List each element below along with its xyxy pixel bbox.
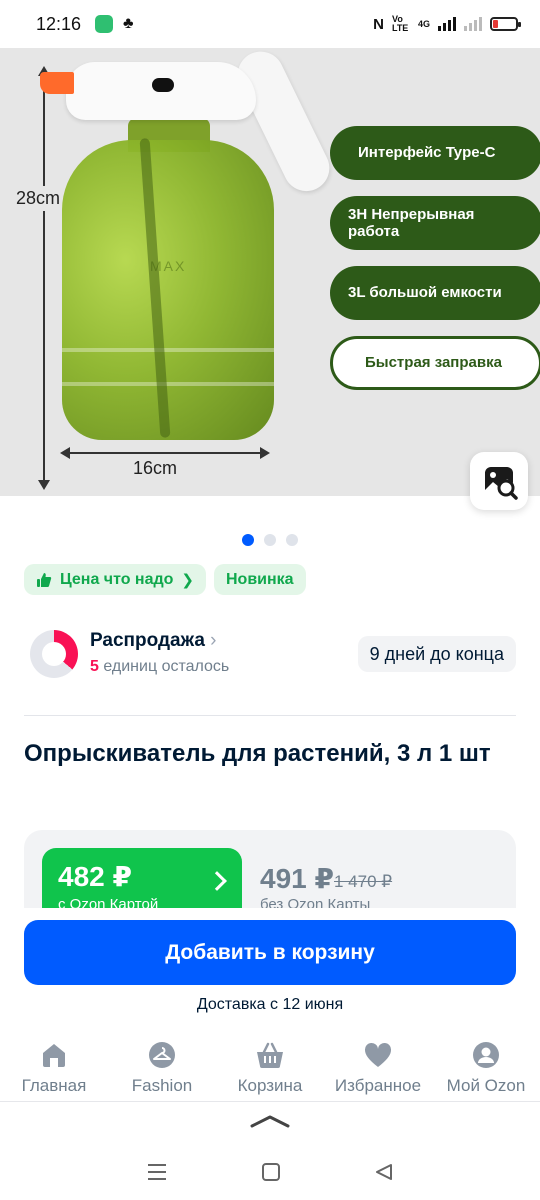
sale-title-text: Распродажа [90,630,205,651]
signal-2-icon [464,17,482,31]
system-navigation-bar [0,1143,540,1200]
feature-pill-type-c: Интерфейс Type-C [330,126,540,180]
status-indicators: N Vo LTE 4G [373,14,521,33]
sale-units-count: 5 [90,658,99,675]
sprayer-nozzle [40,72,74,94]
heart-icon [363,1040,393,1070]
product-badges: Цена что надо ❯ Новинка [24,564,306,595]
nav-item-favorites[interactable]: Избранное [324,1036,432,1101]
height-dimension-label: 28cm [16,186,61,211]
app-notification-icon [95,15,114,33]
chevron-up-icon [250,1115,290,1128]
nav-label-favorites: Избранное [334,1076,422,1095]
sale-units-text: единиц осталось [103,658,230,675]
sheet-handle-area[interactable] [0,1103,540,1143]
club-icon: ♣ [123,15,134,32]
recents-menu-icon[interactable] [146,1162,168,1182]
chevron-right-icon [207,871,227,891]
bottle-rib [62,382,274,386]
profile-icon [471,1040,501,1070]
feature-pill-capacity: 3L большой емкости [330,266,540,320]
divider [24,715,516,716]
sprayer-indicator [152,78,174,92]
product-title: Опрыскиватель для растений, 3 л 1 шт [24,740,491,767]
sale-block[interactable]: Распродажа › 5 единиц осталось 9 дней до… [24,628,516,684]
bottle-rib [62,348,274,352]
bottle-embossed-text: MAX [150,258,187,274]
nav-item-cart[interactable]: Корзина [216,1036,324,1101]
cart-panel: Добавить в корзину Доставка с 12 июня [0,908,540,1036]
status-time: 12:16 [36,13,82,34]
nav-item-home[interactable]: Главная [0,1036,108,1101]
sale-days-left: 9 дней до конца [357,636,516,672]
pagination-dot-active[interactable] [242,534,254,546]
pagination-dot[interactable] [286,534,298,546]
nav-label-cart: Корзина [237,1076,303,1095]
visual-search-button[interactable] [470,452,528,510]
nav-label-fashion: Fashion [131,1076,193,1095]
image-search-icon [485,467,518,500]
nav-label-home: Главная [21,1076,87,1095]
home-square-icon[interactable] [261,1162,281,1182]
sale-title[interactable]: Распродажа › [90,630,217,652]
good-price-badge[interactable]: Цена что надо ❯ [24,564,206,595]
battery-icon [490,17,521,31]
old-price: 1 470 ₽ [334,872,393,891]
chevron-right-icon: › [210,630,217,651]
new-badge: Новинка [214,564,306,595]
gallery-pagination [0,534,540,546]
status-bar: 12:16 ♣ N Vo LTE 4G [0,0,540,48]
product-image-gallery[interactable]: 28cm MAX 16cm Интерфейс Type-C 3H Непрер… [0,48,540,496]
basket-icon [255,1040,285,1070]
good-price-label: Цена что надо [60,570,174,588]
nav-item-fashion[interactable]: Fashion [108,1036,216,1101]
back-triangle-icon[interactable] [374,1162,394,1182]
bottle-body [62,140,274,440]
thumbs-up-icon [37,572,52,587]
chevron-right-icon: ❯ [181,571,194,589]
volte-label: Vo LTE [391,14,409,33]
new-badge-label: Новинка [226,570,294,588]
ozon-card-price: 482 ₽ [58,861,132,892]
height-dimension-line [38,66,50,490]
width-dimension-label: 16cm [133,458,178,478]
feature-pill-continuous-work: 3H Непрерывная работа [330,196,540,250]
sale-stock-text: 5 единиц осталось [90,658,229,676]
add-to-cart-button[interactable]: Добавить в корзину [24,920,516,985]
bottom-navigation: Главная Fashion Корзина Избранное Мой Oz… [0,1036,540,1102]
delivery-date: Доставка с 12 июня [196,996,344,1013]
hanger-icon [147,1040,177,1070]
regular-price: 491 ₽ [260,863,334,894]
sale-progress-ring [30,630,78,678]
nav-label-my-ozon: Мой Ozon [446,1076,526,1095]
signal-icon [438,17,456,31]
pagination-dot[interactable] [264,534,276,546]
nfc-icon: N [373,15,384,33]
home-icon [39,1040,69,1070]
nav-item-my-ozon[interactable]: Мой Ozon [432,1036,540,1101]
width-dimension-line [60,447,270,459]
feature-pill-quick-refill: Быстрая заправка [330,336,540,390]
network-label: 4G [417,19,430,29]
